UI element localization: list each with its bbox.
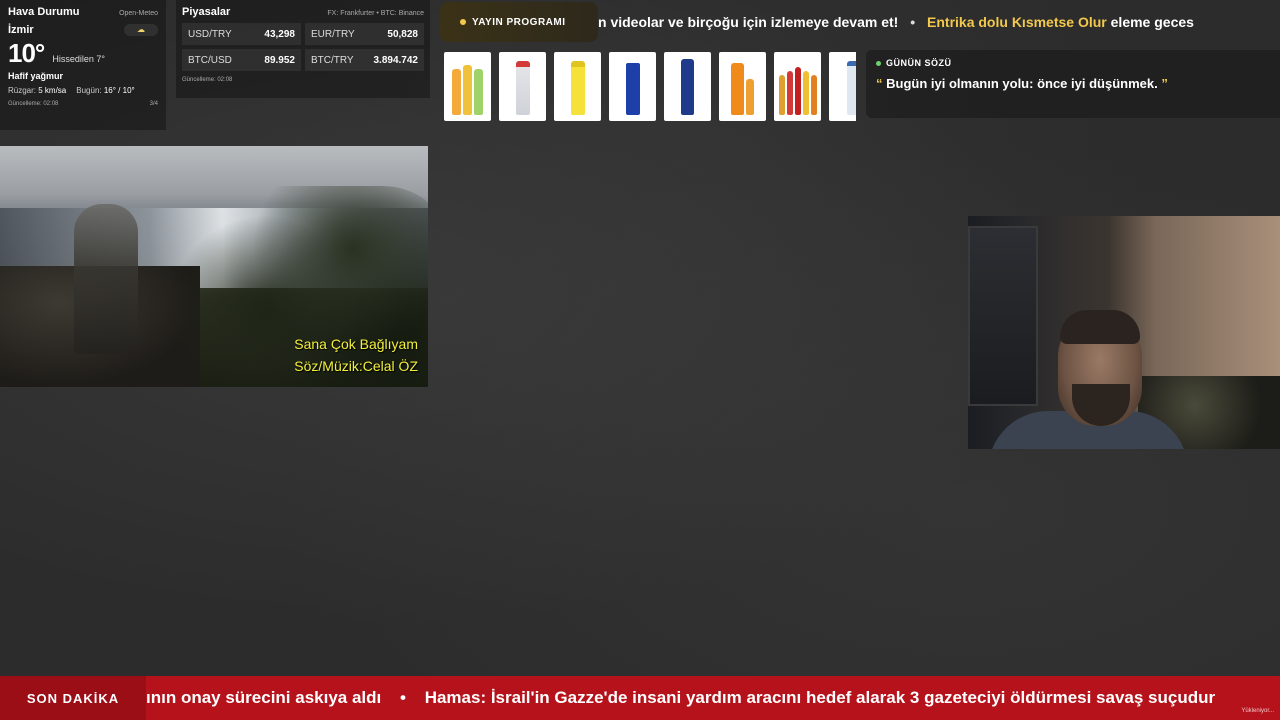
weather-city: İzmir — [8, 24, 34, 36]
schedule-label: YAYIN PROGRAMI — [472, 16, 566, 28]
ticker-separator: • — [910, 14, 916, 30]
product-image — [719, 52, 766, 121]
market-item-eurtry: EUR/TRY 50,828 — [305, 23, 424, 45]
product-image — [499, 52, 546, 121]
product-image — [444, 52, 491, 121]
status-dot-icon — [876, 60, 881, 66]
markets-source: FX: Frankfurter • BTC: Binance — [327, 10, 424, 17]
schedule-ticker: n videolar ve birçoğu için izlemeye deva… — [598, 10, 1280, 34]
breaking-news-label: SON DAKİKA — [0, 676, 146, 720]
quote-open-mark: “ — [876, 76, 883, 91]
market-value: 50,828 — [387, 28, 418, 40]
weather-updated: Güncelleme: 02:08 — [8, 101, 59, 107]
video-scene-person — [74, 204, 138, 354]
product-image — [554, 52, 601, 121]
weather-page-indicator: 3/4 — [149, 101, 158, 107]
market-value: 43,298 — [264, 28, 295, 40]
product-image — [664, 52, 711, 121]
product-image — [774, 52, 821, 121]
wind-label: Rüzgar: — [8, 86, 37, 95]
quote-close-mark: ” — [1161, 76, 1168, 91]
partly-cloudy-icon: ☁ — [124, 24, 158, 36]
sponsor-product-strip — [444, 52, 856, 121]
markets-widget: Piyasalar FX: Frankfurter • BTC: Binance… — [176, 0, 430, 98]
breaking-news-ticker: ının onay sürecini askıya aldı • Hamas: … — [146, 688, 1215, 708]
weather-feels-like: Hissedilen 7° — [52, 54, 105, 64]
weather-title: Hava Durumu — [8, 6, 80, 18]
market-symbol: USD/TRY — [188, 28, 232, 40]
music-video-player: Sana Çok Bağlıyam Söz/Müzik:Celal ÖZ — [0, 146, 428, 387]
weather-source: Open-Meteo — [119, 10, 158, 17]
ticker-text: eleme geces — [1110, 14, 1194, 30]
market-item-btctry: BTC/TRY 3.894.742 — [305, 49, 424, 71]
quote-text: Bugün iyi olmanın yolu: önce iyi düşünme… — [886, 76, 1158, 91]
today-value: 16° / 10° — [103, 86, 135, 95]
webcam-background-door — [968, 226, 1038, 406]
breaking-news-item: Hamas: İsrail'in Gazze'de insani yardım … — [424, 688, 1216, 707]
market-symbol: BTC/USD — [188, 54, 232, 66]
market-value: 89.952 — [264, 54, 295, 66]
breaking-news-item: ının onay sürecini askıya aldı — [146, 688, 382, 707]
weather-widget: Hava Durumu Open-Meteo İzmir ☁ 10° Hisse… — [0, 0, 166, 130]
weather-details: Rüzgar: 5 km/sa Bugün: 16° / 10° — [8, 86, 158, 95]
quote-of-the-day: GÜNÜN SÖZÜ “ Bugün iyi olmanın yolu: önc… — [866, 50, 1280, 118]
webcam-person-hair — [1060, 310, 1140, 344]
breaking-news-bar: SON DAKİKA ının onay sürecini askıya ald… — [0, 676, 1280, 720]
today-label: Bugün: — [76, 86, 102, 95]
market-item-btcusd: BTC/USD 89.952 — [182, 49, 301, 71]
market-value: 3.894.742 — [373, 54, 419, 66]
market-item-usdtry: USD/TRY 43,298 — [182, 23, 301, 45]
breaking-news-separator: • — [400, 688, 406, 707]
weather-condition: Hafif yağmur — [8, 71, 64, 81]
product-image — [829, 52, 856, 121]
markets-updated: Güncelleme: 02:08 — [182, 77, 233, 83]
weather-temperature: 10° — [8, 38, 45, 68]
market-symbol: BTC/TRY — [311, 54, 354, 66]
markets-title: Piyasalar — [182, 6, 231, 18]
wind-value: 5 km/sa — [38, 86, 67, 95]
ticker-text: n videolar ve birçoğu için izlemeye deva… — [598, 14, 899, 30]
loading-status: Yükleniyor... — [1241, 708, 1274, 714]
market-symbol: EUR/TRY — [311, 28, 355, 40]
live-dot-icon — [460, 19, 466, 25]
video-caption-title: Sana Çok Bağlıyam — [294, 336, 418, 352]
video-scene-bush — [150, 186, 428, 387]
webcam-feed — [968, 216, 1280, 449]
product-image — [609, 52, 656, 121]
quote-label: GÜNÜN SÖZÜ — [886, 58, 952, 68]
schedule-badge: YAYIN PROGRAMI — [440, 2, 598, 42]
video-caption-credits: Söz/Müzik:Celal ÖZ — [294, 358, 418, 374]
ticker-highlight: Entrika dolu Kısmetse Olur — [927, 14, 1107, 30]
